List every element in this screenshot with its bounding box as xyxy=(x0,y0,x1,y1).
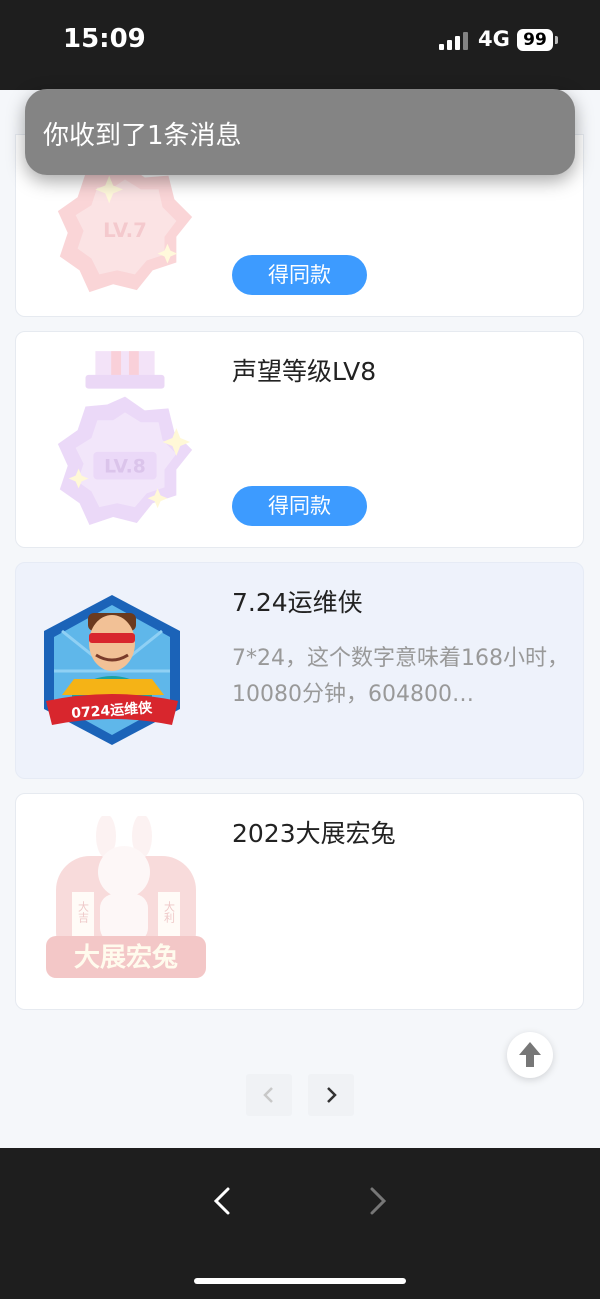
network-type: 4G xyxy=(478,27,510,51)
card-title: 2023大展宏兔 xyxy=(232,819,396,848)
home-indicator xyxy=(194,1278,406,1284)
lv7-badge-text: LV.7 xyxy=(103,219,147,242)
browser-forward-button[interactable] xyxy=(358,1181,398,1221)
badge-small-left: 大吉 xyxy=(77,900,90,924)
message-toast[interactable]: 你收到了1条消息 xyxy=(25,89,575,175)
status-time: 15:09 xyxy=(63,24,146,54)
badge-card-724[interactable]: 7.24运维侠 7*24，这个数字意味着168小时，10080分钟，604800… xyxy=(15,562,584,779)
get-same-button[interactable]: 得同款 xyxy=(232,486,367,526)
arrow-up-icon xyxy=(519,1042,541,1067)
card-title: 声望等级LV8 xyxy=(232,357,377,386)
toast-message: 你收到了1条消息 xyxy=(43,121,242,151)
lv8-medal-icon: LV.8 xyxy=(57,351,193,525)
battery-icon: 99 xyxy=(517,29,553,51)
scroll-to-top-button[interactable] xyxy=(507,1032,553,1078)
lv8-badge-text: LV.8 xyxy=(104,457,146,478)
hero-724-badge-icon: 0724运维侠 xyxy=(44,595,180,745)
chevron-left-icon xyxy=(263,1087,273,1103)
badge-card-2023-rabbit[interactable]: 2023大展宏兔 大吉 大利 大展宏兔 xyxy=(15,793,584,1010)
pagination-next-button[interactable] xyxy=(308,1074,354,1116)
card-description: 7*24，这个数字意味着168小时，10080分钟，604800… xyxy=(232,646,569,707)
status-bar: 15:09 4G 99 xyxy=(0,0,600,90)
browser-back-button[interactable] xyxy=(202,1181,242,1221)
badge-small-right: 大利 xyxy=(163,900,176,923)
card-title: 7.24运维侠 xyxy=(232,588,363,617)
signal-icon xyxy=(439,32,469,50)
badge-list-panel: LV.7 得同款 声望等级LV8 LV.8 得同款 7.24运维侠 7*24，这… xyxy=(0,90,600,1148)
browser-toolbar xyxy=(0,1148,600,1299)
get-same-button[interactable]: 得同款 xyxy=(232,255,367,295)
chevron-left-icon xyxy=(213,1187,230,1215)
chevron-right-icon xyxy=(370,1187,387,1215)
pagination-prev-button[interactable] xyxy=(246,1074,292,1116)
chevron-right-icon xyxy=(327,1087,337,1103)
rabbit-badge-text: 大展宏兔 xyxy=(74,942,178,973)
badge-card-lv8[interactable]: 声望等级LV8 LV.8 得同款 xyxy=(15,331,584,548)
battery-tip xyxy=(555,36,558,44)
rabbit-badge-icon: 大吉 大利 大展宏兔 xyxy=(46,816,206,978)
